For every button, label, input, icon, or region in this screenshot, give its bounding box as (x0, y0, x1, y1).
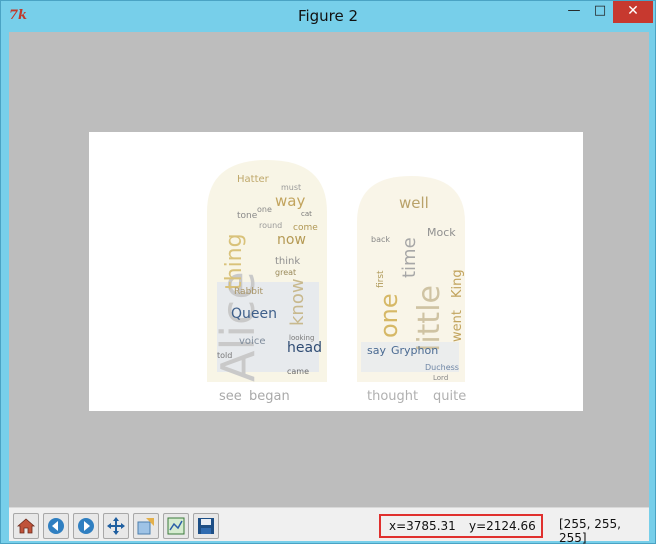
wordcloud-image: Alice thing know now Queen head way Hatt… (207, 160, 466, 404)
cloud-word: Duchess (425, 363, 459, 372)
save-button[interactable] (193, 513, 219, 539)
pan-button[interactable] (103, 513, 129, 539)
cloud-word: see (219, 389, 242, 404)
back-arrow-icon (48, 518, 64, 534)
cloud-word: little (412, 285, 447, 352)
cloud-word: know (287, 278, 308, 326)
floppy-disk-icon (198, 518, 214, 534)
subplots-icon (167, 517, 185, 535)
cloud-word: Queen (231, 306, 277, 322)
cloud-word: Rabbit (234, 287, 263, 297)
figure-window: 7k Figure 2 — □ ✕ Alice thing know now Q… (0, 0, 656, 544)
cloud-word: time (399, 237, 420, 278)
cloud-word: tone (237, 211, 258, 221)
cloud-word: come (293, 223, 318, 233)
title-bar[interactable]: 7k Figure 2 — □ ✕ (1, 1, 655, 32)
forward-arrow-icon (78, 518, 94, 534)
cloud-word: way (275, 192, 305, 210)
cloud-word: quite (433, 389, 466, 404)
pan-arrows-icon (107, 517, 125, 535)
cloud-word: Lord (433, 374, 448, 382)
cloud-word: went (450, 310, 465, 342)
cloud-word: think (275, 256, 300, 267)
cloud-word: thing (222, 233, 247, 290)
cloud-word: looking (289, 334, 314, 342)
cursor-coordinates-readout: x=3785.31 y=2124.66 (379, 514, 543, 538)
configure-subplots-button[interactable] (163, 513, 189, 539)
cloud-word: Hatter (237, 174, 270, 185)
cloud-word: first (376, 270, 386, 288)
wordcloud-left: Alice thing know now Queen head way Hatt… (207, 160, 327, 404)
cloud-word: Mock (427, 226, 456, 239)
cloud-word: began (249, 389, 290, 404)
y-coordinate: y=2124.66 (469, 519, 536, 533)
home-button[interactable] (13, 513, 39, 539)
wordcloud-right: little one time went King well Mock say … (357, 176, 466, 404)
close-button[interactable]: ✕ (613, 1, 653, 23)
pixel-rgb-value: [255, 255, 255] (559, 517, 621, 544)
cloud-word: told (217, 351, 232, 360)
cloud-word: round (259, 221, 282, 230)
zoom-button[interactable] (133, 513, 159, 539)
window-title: Figure 2 (297, 7, 359, 25)
cloud-word: Gryphon (391, 344, 438, 357)
maximize-button[interactable]: □ (587, 1, 613, 23)
back-button[interactable] (43, 513, 69, 539)
cloud-word: head (287, 340, 322, 356)
home-icon (16, 518, 36, 534)
cloud-word: great (275, 268, 296, 277)
zoom-rect-icon (137, 518, 154, 535)
cloud-word: one (375, 293, 403, 338)
x-coordinate: x=3785.31 (389, 519, 456, 533)
minimize-button[interactable]: — (561, 1, 587, 23)
cloud-word: say (367, 344, 386, 357)
cloud-word: one (257, 205, 272, 214)
cloud-word: thought (367, 389, 418, 404)
cloud-word: well (399, 194, 429, 212)
cloud-word: King (450, 269, 465, 298)
cloud-word: back (371, 235, 390, 244)
cloud-word: voice (239, 336, 265, 347)
plot-canvas[interactable]: Alice thing know now Queen head way Hatt… (9, 32, 649, 507)
cloud-word: must (281, 183, 301, 192)
cloud-word: cat (301, 210, 312, 218)
cloud-word: came (287, 367, 309, 376)
forward-button[interactable] (73, 513, 99, 539)
figure-area: Alice thing know now Queen head way Hatt… (89, 132, 583, 411)
navigation-toolbar: x=3785.31 y=2124.66 [255, 255, 255] (9, 507, 649, 544)
cloud-word: now (277, 232, 306, 248)
